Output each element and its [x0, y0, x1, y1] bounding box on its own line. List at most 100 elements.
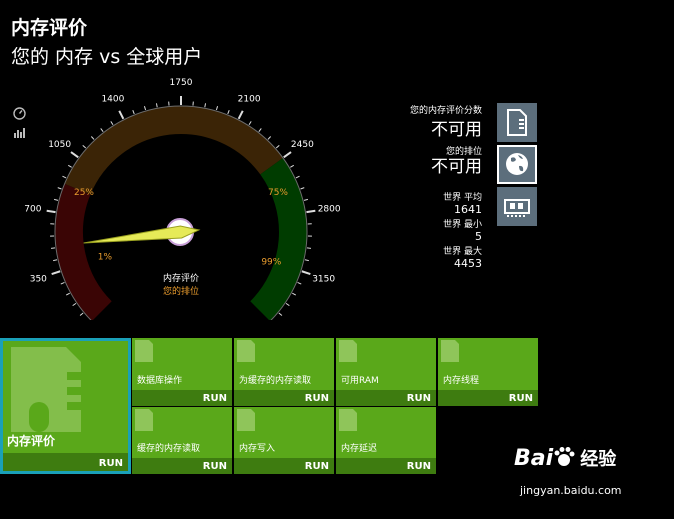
gauge-minor-tick: [110, 121, 114, 126]
tile-memory-rating[interactable]: 内存评价 RUN: [0, 338, 131, 474]
gauge-major-tick: [301, 270, 311, 275]
run-button[interactable]: RUN: [407, 461, 431, 472]
gauge-minor-tick: [204, 103, 207, 108]
run-button[interactable]: RUN: [305, 393, 329, 404]
gauge-percent-mark: 1%: [98, 253, 113, 263]
run-button[interactable]: RUN: [203, 393, 227, 404]
document-icon: [507, 109, 527, 136]
tile-footer: RUN: [336, 390, 436, 406]
gauge-major-tick: [46, 209, 56, 214]
gauge-center-sublabel: 您的排位: [163, 285, 199, 297]
gauge-percent-mark: 75%: [268, 188, 288, 198]
watermark-cn: 经验: [580, 449, 617, 470]
world-min-label: 世界 最小: [443, 220, 482, 230]
gauge-minor-tick: [258, 128, 262, 132]
memory-chip-icon: [237, 409, 255, 431]
gauge-minor-tick: [90, 136, 95, 140]
score-panel: 您的内存评价分数 不可用 您的排位 不可用: [378, 103, 482, 177]
gauge-minor-tick: [65, 292, 70, 296]
rank-value: 不可用: [431, 157, 482, 177]
gauge-minor-tick: [132, 110, 135, 115]
world-avg-value: 1641: [454, 203, 482, 216]
tile-footer: RUN: [3, 453, 128, 471]
tile-memory-write[interactable]: 内存写入 RUN: [234, 407, 334, 474]
memory-chip-icon: [237, 340, 255, 362]
globe-button[interactable]: [497, 145, 537, 184]
gauge-minor-tick: [72, 302, 77, 307]
tile-label: 内存写入: [239, 444, 276, 454]
gauge-minor-tick: [67, 164, 72, 168]
tile-footer: RUN: [234, 390, 334, 406]
gauge-minor-tick: [215, 106, 219, 111]
tile-footer: RUN: [438, 390, 538, 406]
gauge-minor-tick: [300, 187, 305, 190]
gauge-percent-mark: 99%: [261, 257, 281, 267]
tile-available-ram[interactable]: 可用RAM RUN: [336, 338, 436, 406]
gauge-minor-tick: [275, 144, 280, 149]
gauge-minor-tick: [295, 175, 300, 179]
tile-footer: RUN: [132, 458, 232, 474]
tile-cached-memory-read[interactable]: 缓存的内存读取 RUN: [132, 407, 232, 474]
run-button[interactable]: RUN: [99, 458, 123, 469]
tile-uncached-memory-read[interactable]: 为缓存的内存读取 RUN: [234, 338, 334, 406]
document-button[interactable]: [497, 103, 537, 142]
tile-database-operations[interactable]: 数据库操作 RUN: [132, 338, 232, 406]
gauge-minor-tick: [60, 281, 65, 285]
gauge-tick-label: 1050: [48, 140, 71, 150]
gauge-minor-tick: [53, 259, 58, 262]
gauge-minor-tick: [248, 121, 252, 126]
gauge-minor-tick: [100, 128, 104, 132]
tile-label: 数据库操作: [137, 376, 183, 386]
tile-footer: RUN: [234, 458, 334, 474]
world-max-value: 4453: [454, 257, 482, 270]
gauge-major-tick: [70, 151, 79, 159]
gauge-tick-label: 700: [24, 205, 41, 215]
memory-gauge: 035070010501400175021002450280031503500 …: [24, 78, 341, 320]
tile-label: 内存线程: [443, 376, 480, 386]
tile-label: 可用RAM: [341, 376, 379, 386]
gauge-major-tick: [306, 209, 316, 214]
gauge-minor-tick: [50, 247, 56, 249]
baidu-watermark: Bai 经验: [514, 445, 616, 471]
memory-chip-icon: [339, 340, 357, 362]
world-avg-label: 世界 平均: [443, 193, 482, 203]
gauge-minor-tick: [278, 312, 283, 316]
gauge-minor-tick: [267, 136, 272, 140]
tile-memory-threads[interactable]: 内存线程 RUN: [438, 338, 538, 406]
gauge-tick-label: 1750: [170, 78, 193, 88]
gauge-minor-tick: [306, 247, 312, 249]
world-min-value: 5: [475, 230, 482, 243]
gauge-minor-tick: [53, 198, 59, 201]
gauge-minor-tick: [57, 187, 62, 190]
tile-memory-latency[interactable]: 内存延迟 RUN: [336, 407, 436, 474]
memory-chip-icon: [135, 340, 153, 362]
gauge-tick-label: 1400: [101, 94, 124, 104]
tile-label: 为缓存的内存读取: [239, 376, 312, 386]
watermark-url: jingyan.baidu.com: [520, 484, 622, 497]
memory-card-icon: [504, 199, 530, 217]
gauge-tick-label: 2800: [318, 205, 341, 215]
gauge-major-tick: [237, 110, 244, 120]
tile-label: 缓存的内存读取: [137, 444, 201, 454]
gauge-minor-tick: [285, 302, 290, 307]
gauge-minor-tick: [79, 312, 84, 316]
gauge-tick-label: 3150: [312, 274, 335, 284]
gauge-minor-tick: [143, 106, 147, 111]
gauge-minor-tick: [292, 292, 297, 296]
run-button[interactable]: RUN: [203, 461, 227, 472]
run-button[interactable]: RUN: [305, 461, 329, 472]
gauge-minor-tick: [304, 259, 309, 262]
gauge-tick-label: 2450: [291, 140, 314, 150]
run-button[interactable]: RUN: [407, 393, 431, 404]
gauge-zone-low: [55, 183, 112, 320]
run-button[interactable]: RUN: [509, 393, 533, 404]
memory-chip-icon: [11, 347, 81, 432]
memory-card-button[interactable]: [497, 187, 537, 226]
memory-chip-icon: [339, 409, 357, 431]
tile-label: 内存延迟: [341, 444, 378, 454]
gauge-major-tick: [51, 270, 61, 275]
gauge-tick-label: 2100: [238, 94, 261, 104]
globe-icon: [506, 153, 528, 175]
world-max-label: 世界 最大: [443, 247, 482, 257]
tile-footer: RUN: [336, 458, 436, 474]
